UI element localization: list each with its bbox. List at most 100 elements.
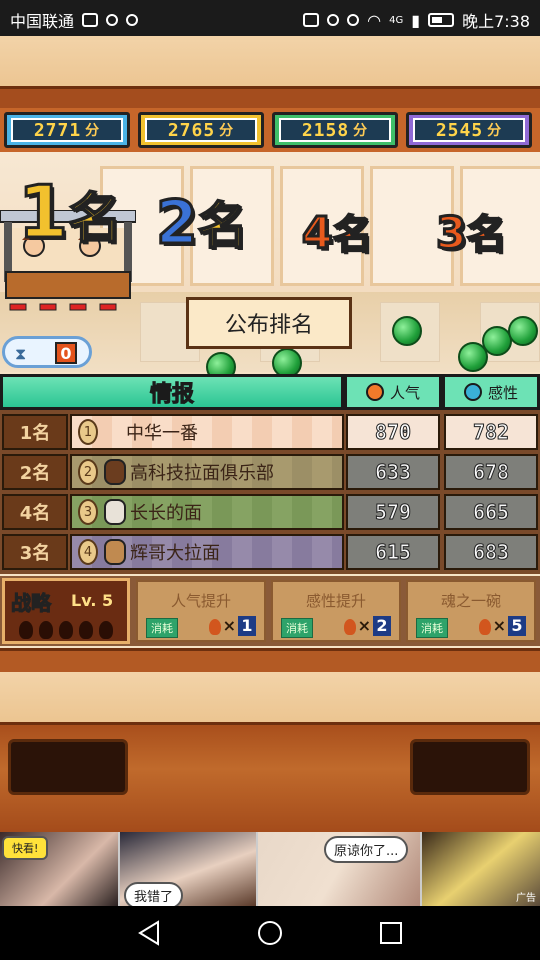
rank-number: 3 <box>435 207 469 261</box>
card-label: 魂之一碗 <box>440 592 501 610</box>
score-unit: 分 <box>85 123 101 139</box>
wooden-counter <box>0 722 540 835</box>
table-row[interactable]: 1名 1 中华一番 870 782 <box>0 412 540 452</box>
flame-icon <box>208 618 221 635</box>
rank-label-1: 1名 <box>16 169 123 256</box>
strategy-level-panel[interactable]: 战略 Lv. 5 <box>2 578 130 644</box>
carrier-label: 中国联通 <box>10 12 75 31</box>
search-notification-icon <box>126 14 139 26</box>
owner-avatar <box>104 539 126 565</box>
soul-drops <box>19 621 113 639</box>
popularity-value: 579 <box>346 494 440 530</box>
score-box-3: 2158 分 <box>272 112 398 148</box>
status-left: 中国联通 <box>10 8 139 32</box>
cost: × 5 <box>478 616 526 636</box>
rank-number: 1 <box>16 169 69 256</box>
card-label: 人气提升 <box>170 592 231 610</box>
score-unit: 分 <box>487 123 503 139</box>
wifi-icon: ◠ <box>367 10 382 30</box>
rank-label-2: 2名 <box>155 186 249 260</box>
shop-name: 高科技拉面俱乐部 <box>130 463 274 484</box>
clock: 晚上7:38 <box>462 12 530 31</box>
shop-badge: 3 <box>78 499 98 525</box>
consume-tag: 消耗 <box>416 618 448 638</box>
sensitivity-value: 665 <box>444 494 538 530</box>
owner-avatar <box>104 459 126 485</box>
strategy-bar: 战略 Lv. 5 人气提升 消耗 × 1 感性提升 消耗 × 2 魂之一碗 消耗 ×… <box>0 576 540 646</box>
info-header: 情报 人气 感性 <box>0 374 540 410</box>
bottom-wall <box>0 672 540 722</box>
green-gem-icon <box>508 316 538 346</box>
score-bar: 2771 分 2765 分 2158 分 2545 分 <box>0 108 540 152</box>
cost: × 1 <box>208 616 256 636</box>
status-right: ◠ 4G ▮ 晚上7:38 <box>303 8 530 32</box>
flame-icon <box>343 618 356 635</box>
strategy-level: Lv. 5 <box>71 591 114 610</box>
ad-panel-3: 原谅你了... <box>258 832 420 906</box>
signal-icon: ▮ <box>411 10 421 30</box>
popularity-value: 870 <box>346 414 440 450</box>
shop-badge: 4 <box>78 539 98 565</box>
score-value: 2158 <box>301 119 350 141</box>
announce-ranking-button[interactable]: 公布排名 <box>186 297 352 349</box>
owner-avatar <box>104 499 126 525</box>
rank-cell: 2名 <box>2 454 68 490</box>
rank-suffix: 名 <box>466 211 508 259</box>
alarm-icon <box>327 14 340 26</box>
popularity-column-header: 人气 <box>344 374 442 410</box>
table-row[interactable]: 2名 2 高科技拉面俱乐部 633 678 <box>0 452 540 492</box>
ad-panel-4: 广告 <box>422 832 540 906</box>
popularity-boost-button[interactable]: 人气提升 消耗 × 1 <box>136 580 266 642</box>
ad-bubble: 原谅你了... <box>324 836 409 863</box>
eye-icon <box>347 14 360 26</box>
ad-panel-1: 快看! <box>0 832 118 906</box>
counter-slot-left <box>8 739 128 795</box>
sensitivity-value: 782 <box>444 414 538 450</box>
cloud-icon <box>82 13 99 27</box>
sensitivity-icon <box>463 383 482 401</box>
hourglass-icon: ⧗ <box>15 344 27 363</box>
counter-slot-right <box>410 739 530 795</box>
score-box-4: 2545 分 <box>406 112 532 148</box>
flame-icon <box>478 618 491 635</box>
shop-name: 辉哥大拉面 <box>130 543 220 564</box>
soul-bowl-button[interactable]: 魂之一碗 消耗 × 5 <box>406 580 536 642</box>
rank-label-3: 4名 <box>301 202 374 261</box>
navigation-bar <box>0 906 540 960</box>
vibrate-icon <box>303 13 320 27</box>
back-icon[interactable] <box>134 918 164 948</box>
rank-cell: 1名 <box>2 414 68 450</box>
timer: ⧗ 0 <box>2 336 92 368</box>
table-row[interactable]: 4名 3 长长的面 579 665 <box>0 492 540 532</box>
rank-suffix: 名 <box>67 186 123 251</box>
battery-icon <box>428 13 455 27</box>
home-icon[interactable] <box>255 918 285 948</box>
info-panel: 情报 人气 感性 1名 1 中华一番 870 782 2名 2 高科技拉面俱乐部… <box>0 374 540 574</box>
score-value: 2765 <box>167 119 216 141</box>
score-unit: 分 <box>219 123 235 139</box>
drop-icon <box>59 621 73 639</box>
sensitivity-column-header: 感性 <box>442 374 540 410</box>
sensitivity-boost-button[interactable]: 感性提升 消耗 × 2 <box>271 580 401 642</box>
score-box-1: 2771 分 <box>4 112 130 148</box>
ad-banner[interactable]: 快看! 我错了 原谅你了... 广告 <box>0 832 540 906</box>
shop-name: 长长的面 <box>130 503 202 524</box>
ad-tag: 广告 <box>516 893 536 904</box>
shop-name: 中华一番 <box>126 423 198 444</box>
recents-icon[interactable] <box>376 918 406 948</box>
timer-value: 0 <box>55 342 77 364</box>
ad-panel-2: 我错了 <box>120 832 256 906</box>
ad-bubble: 我错了 <box>124 882 184 906</box>
consume-tag: 消耗 <box>146 618 178 638</box>
ad-label: 快看! <box>2 836 49 860</box>
score-value: 2771 <box>33 119 82 141</box>
drop-icon <box>99 621 113 639</box>
rank-cell: 3名 <box>2 534 68 570</box>
table-row[interactable]: 3名 4 辉哥大拉面 615 683 <box>0 532 540 572</box>
score-value: 2545 <box>435 119 484 141</box>
rank-number: 4 <box>301 207 335 261</box>
info-title: 情报 <box>0 374 344 410</box>
shop-badge: 1 <box>78 419 98 445</box>
rank-cell: 4名 <box>2 494 68 530</box>
strategy-title: 战略 <box>11 591 52 616</box>
